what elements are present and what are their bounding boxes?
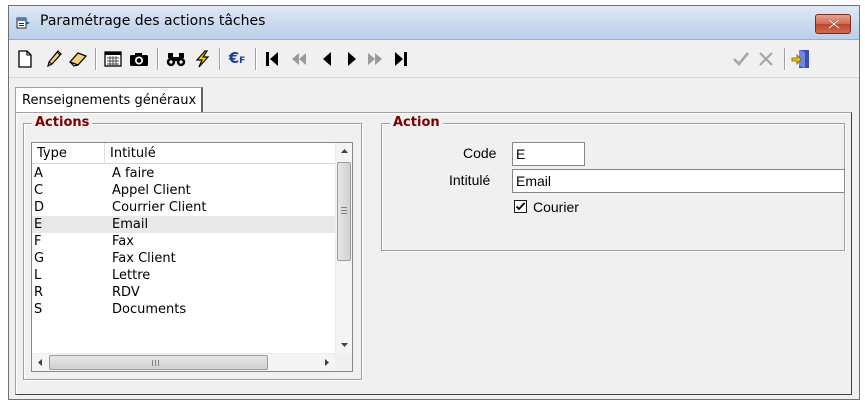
validate-button[interactable] bbox=[731, 49, 751, 69]
fast-forward-button[interactable] bbox=[365, 49, 385, 69]
scroll-up-button[interactable] bbox=[336, 143, 353, 160]
new-icon bbox=[18, 50, 32, 68]
column-header-intitule[interactable]: Intitulé bbox=[105, 143, 335, 164]
cancel-x-icon bbox=[759, 52, 773, 66]
code-field[interactable]: E bbox=[512, 142, 585, 166]
lightning-button[interactable] bbox=[192, 49, 212, 69]
list-item[interactable]: AA faire bbox=[32, 165, 335, 182]
list-item[interactable]: C Appel Client bbox=[32, 182, 335, 199]
previous-record-button[interactable] bbox=[317, 49, 337, 69]
close-icon bbox=[828, 19, 840, 29]
tab-renseignements-generaux[interactable]: Renseignements généraux bbox=[15, 87, 204, 113]
validate-check-icon bbox=[733, 52, 749, 66]
actions-group-legend: Actions bbox=[32, 115, 93, 130]
new-button[interactable] bbox=[15, 49, 35, 69]
lightning-icon bbox=[195, 50, 210, 68]
rewind-icon bbox=[292, 53, 306, 65]
eraser-icon bbox=[68, 52, 88, 67]
horizontal-scroll-thumb[interactable] bbox=[49, 355, 268, 370]
app-icon bbox=[16, 15, 32, 31]
calendar-button[interactable] bbox=[103, 49, 123, 69]
scroll-up-arrow-icon bbox=[341, 149, 348, 153]
euro-button[interactable]: €F bbox=[225, 49, 249, 69]
grip-icon bbox=[341, 207, 347, 215]
list-item[interactable]: L Lettre bbox=[32, 267, 335, 284]
list-header: Type Intitulé bbox=[32, 143, 335, 164]
actions-group: Actions Type Intitulé AA faire C Appel Cl… bbox=[23, 115, 362, 380]
first-record-button[interactable] bbox=[262, 49, 282, 69]
action-group-legend: Action bbox=[390, 115, 443, 130]
scroll-left-button[interactable] bbox=[32, 354, 49, 371]
search-button[interactable] bbox=[166, 49, 186, 69]
vertical-scrollbar[interactable] bbox=[335, 143, 352, 353]
checkmark-icon bbox=[515, 202, 526, 211]
scrollbar-corner bbox=[335, 353, 352, 371]
list-item[interactable]: D Courrier Client bbox=[32, 199, 335, 216]
horizontal-scrollbar[interactable] bbox=[32, 353, 335, 371]
list-item-selected[interactable]: E Email bbox=[32, 216, 335, 233]
actions-list[interactable]: Type Intitulé AA faire C Appel Client D Co… bbox=[31, 142, 353, 372]
scroll-right-button[interactable] bbox=[318, 354, 335, 371]
list-item[interactable]: R RDV bbox=[32, 284, 335, 301]
code-label: Code bbox=[463, 145, 497, 161]
intitule-label: Intitulé bbox=[449, 172, 491, 188]
vertical-scroll-thumb[interactable] bbox=[337, 162, 351, 261]
scroll-down-arrow-icon bbox=[341, 343, 348, 347]
exit-button[interactable] bbox=[791, 49, 811, 69]
exit-door-icon bbox=[791, 50, 809, 68]
last-record-icon bbox=[395, 52, 407, 66]
grip-icon bbox=[152, 360, 160, 366]
edit-button[interactable] bbox=[44, 49, 64, 69]
previous-record-icon bbox=[323, 52, 331, 66]
list-item[interactable]: G Fax Client bbox=[32, 250, 335, 267]
next-record-icon bbox=[348, 52, 356, 66]
calendar-icon bbox=[104, 51, 122, 67]
content-area: Renseignements généraux Actions Type Int… bbox=[9, 79, 859, 399]
last-record-button[interactable] bbox=[391, 49, 411, 69]
camera-button[interactable] bbox=[129, 49, 149, 69]
courier-checkbox[interactable] bbox=[514, 200, 527, 213]
first-record-icon bbox=[266, 52, 278, 66]
erase-button[interactable] bbox=[68, 49, 88, 69]
tab-panel: Actions Type Intitulé AA faire C Appel Cl… bbox=[15, 112, 852, 395]
toolbar: €F bbox=[9, 40, 859, 78]
close-button[interactable] bbox=[815, 14, 851, 34]
list-item[interactable]: F Fax bbox=[32, 233, 335, 250]
binoculars-icon bbox=[166, 53, 186, 67]
column-header-type[interactable]: Type bbox=[32, 143, 105, 164]
next-record-button[interactable] bbox=[342, 49, 362, 69]
scroll-right-arrow-icon bbox=[325, 359, 329, 366]
euro-icon: €F bbox=[228, 48, 246, 67]
list-rows: AA faire C Appel Client D Courrier Client … bbox=[32, 165, 335, 353]
action-group: Action Code E Intitulé Email Courier bbox=[381, 115, 845, 251]
list-item[interactable]: S Documents bbox=[32, 301, 335, 318]
intitule-field[interactable]: Email bbox=[512, 169, 845, 193]
courier-label[interactable]: Courier bbox=[533, 199, 579, 215]
camera-icon bbox=[130, 53, 148, 66]
window-title: Paramétrage des actions tâches bbox=[40, 13, 266, 29]
edit-pencil-icon bbox=[47, 50, 62, 68]
scroll-left-arrow-icon bbox=[38, 359, 42, 366]
rewind-button[interactable] bbox=[289, 49, 309, 69]
application-window: Paramétrage des actions tâches €F Rensei… bbox=[8, 5, 860, 400]
fast-forward-icon bbox=[368, 53, 382, 65]
scroll-down-button[interactable] bbox=[336, 336, 353, 353]
title-bar[interactable]: Paramétrage des actions tâches bbox=[9, 6, 859, 40]
cancel-button[interactable] bbox=[756, 49, 776, 69]
